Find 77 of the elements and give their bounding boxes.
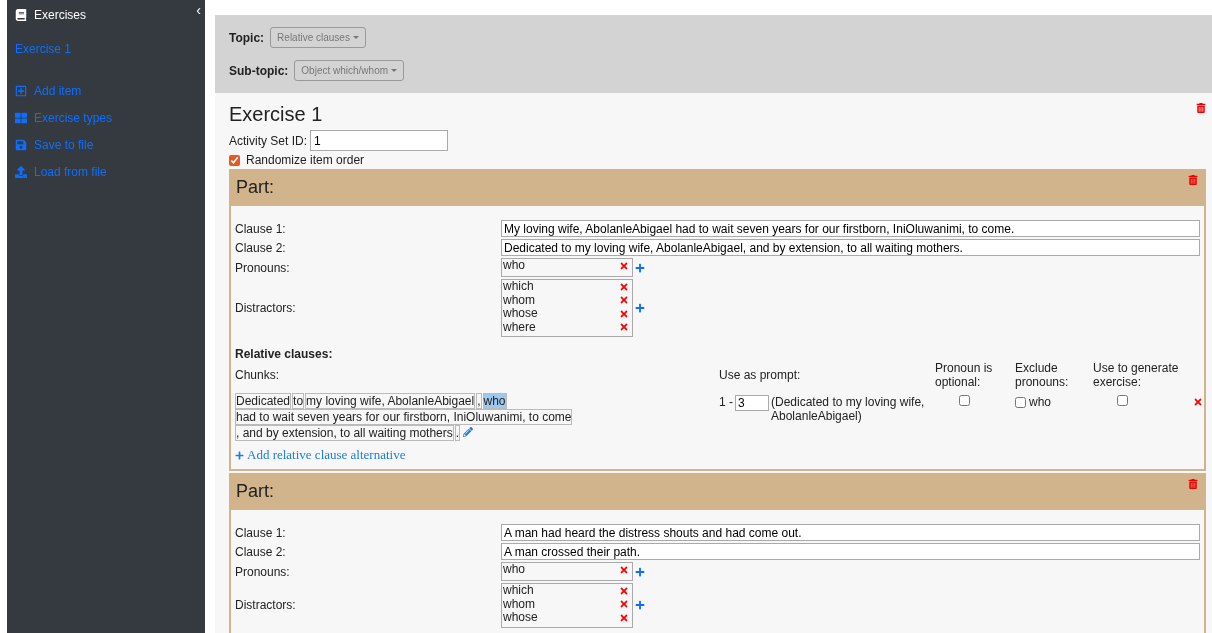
section-heading: Relative clauses: <box>235 347 334 361</box>
remove-icon[interactable] <box>619 564 629 575</box>
clause-field[interactable]: My loving wife, AbolanleAbigael had to wait seven years for our firstborn, IniOluwanimi, to come. <box>501 220 1200 237</box>
field-label: Clause 1: <box>235 221 287 236</box>
chunk[interactable]: . <box>454 425 461 441</box>
delete-icon[interactable] <box>1196 103 1206 113</box>
remove-icon[interactable] <box>619 612 629 623</box>
clause-field[interactable]: Dedicated to my loving wife, AbolanleAbigael, and by extension, to all waiting mothers. <box>501 239 1200 256</box>
word: which <box>503 280 534 294</box>
field-label: Clause 2: <box>235 544 287 559</box>
plus-icon <box>235 450 244 460</box>
chunk[interactable]: had to wait seven years for our firstborn, IniOluwanimi, to come <box>235 409 573 425</box>
upload-icon <box>15 166 27 178</box>
word: who <box>503 563 525 577</box>
chunk[interactable]: to <box>292 393 305 409</box>
chunk[interactable]: Dedicated <box>235 393 292 409</box>
column-header: Exclude pronouns: <box>1015 361 1070 389</box>
sidebar-title: Exercises <box>34 8 86 22</box>
book-icon <box>15 9 27 21</box>
prompt-range-start: 1 - <box>719 395 733 409</box>
field-label: Pronouns: <box>235 260 291 275</box>
prompt-text: (Dedicated to my loving wife, AbolanleAbigael) <box>771 395 926 423</box>
remove-icon[interactable] <box>619 322 629 333</box>
field-label: Clause 2: <box>235 240 287 255</box>
column-header: Pronoun is optional: <box>935 361 994 389</box>
exercise-title: Exercise 1 <box>229 103 323 126</box>
part-title: Part: <box>236 177 274 197</box>
add-icon[interactable] <box>635 566 645 577</box>
part-title: Part: <box>236 481 274 501</box>
word: whom <box>503 597 535 611</box>
chunk[interactable]: my loving wife, AbolanleAbigael <box>305 393 476 409</box>
remove-icon[interactable] <box>619 308 629 319</box>
word: whose <box>503 307 538 321</box>
clause-field[interactable]: A man had heard the distress shouts and had come out. <box>501 524 1200 541</box>
add-icon[interactable] <box>635 262 645 273</box>
word: which <box>503 584 534 598</box>
remove-icon[interactable] <box>619 281 629 292</box>
column-header: Chunks: <box>235 368 281 382</box>
word: whom <box>503 293 535 307</box>
column-header: Use as prompt: <box>719 368 802 382</box>
column-header: Use to generate exercise: <box>1093 361 1180 389</box>
number-field[interactable]: 3 <box>735 395 769 411</box>
clause-field[interactable]: A man crossed their path. <box>501 543 1200 560</box>
add-icon[interactable] <box>635 303 645 313</box>
filter-label: Sub-topic: <box>229 63 289 78</box>
chunk[interactable]: , and by extension, to all waiting mothers <box>235 425 454 441</box>
field-label: Distractors: <box>235 598 297 613</box>
pencil-icon[interactable] <box>463 427 474 437</box>
checkbox-label: Randomize item order <box>246 153 365 167</box>
checkbox-label: who <box>1029 395 1051 409</box>
chunk[interactable]: , <box>476 393 482 409</box>
field-label: Clause 1: <box>235 525 287 540</box>
delete-icon[interactable] <box>1188 175 1198 185</box>
field-label: Activity Set ID: <box>229 133 308 148</box>
add-icon[interactable] <box>635 600 645 611</box>
save-icon <box>15 139 27 151</box>
word: whose <box>503 611 538 625</box>
add-alternative-link[interactable]: Add relative clause alternative <box>235 447 406 463</box>
grid-icon <box>15 112 27 124</box>
checkbox[interactable] <box>1117 395 1128 406</box>
chunk[interactable]: who <box>482 393 507 409</box>
field-label: Distractors: <box>235 301 297 315</box>
remove-icon[interactable] <box>619 260 629 271</box>
checkbox[interactable] <box>229 154 240 166</box>
activity-id-field[interactable]: 1 <box>310 130 449 151</box>
delete-icon[interactable] <box>1188 479 1198 489</box>
remove-icon[interactable] <box>619 599 629 610</box>
filter-label: Topic: <box>229 30 265 45</box>
collapse-button[interactable]: ‹ <box>196 2 201 18</box>
checkbox[interactable] <box>959 395 970 406</box>
field-label: Pronouns: <box>235 564 291 579</box>
word: who <box>503 259 525 273</box>
word: where <box>503 320 536 334</box>
checkbox[interactable] <box>1015 396 1026 408</box>
remove-icon[interactable] <box>1193 397 1203 407</box>
remove-icon[interactable] <box>619 295 629 306</box>
remove-icon[interactable] <box>619 585 629 596</box>
